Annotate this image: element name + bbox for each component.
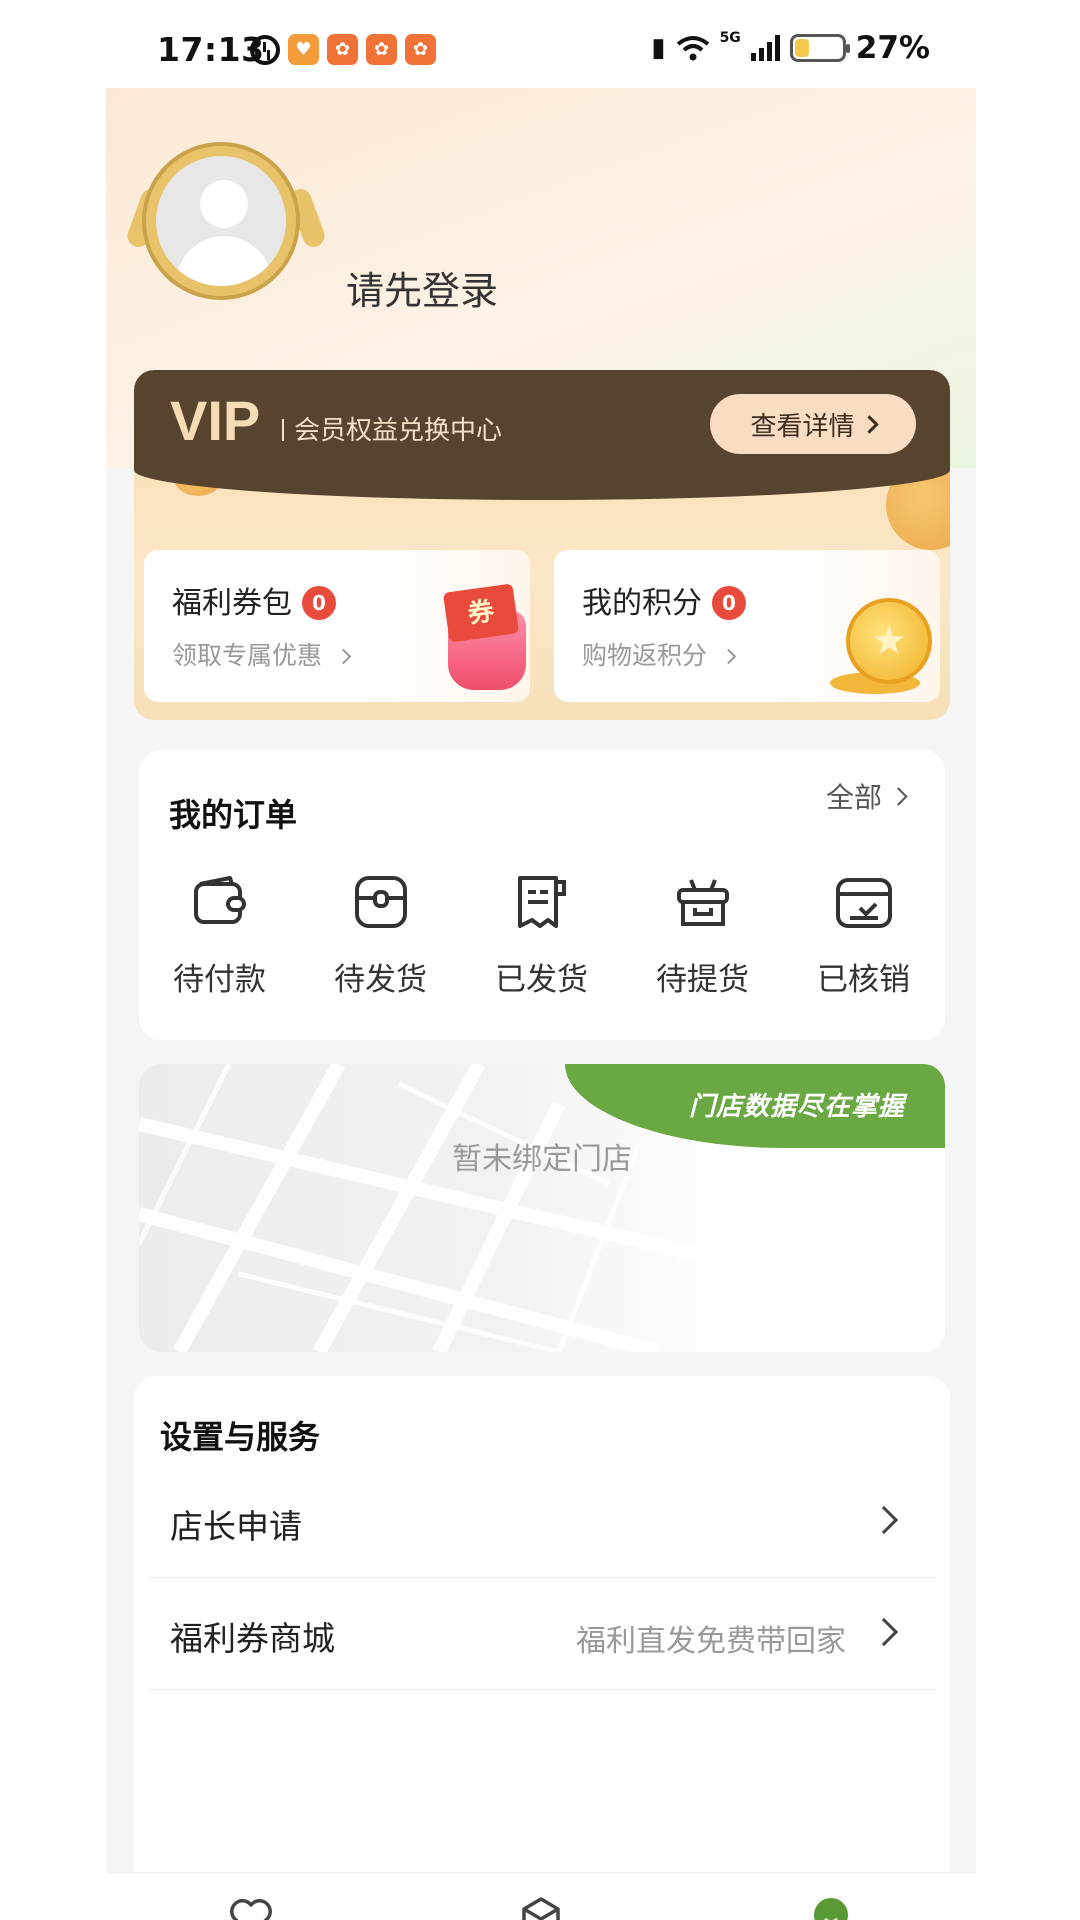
package-lock-icon xyxy=(354,876,407,928)
battery-icon xyxy=(789,34,850,62)
vip-logo: VIP xyxy=(170,389,261,452)
cube-icon xyxy=(522,1897,560,1920)
system-icons: ▮ 5G 27% xyxy=(651,30,930,66)
settings-card: 设置与服务 店长申请 福利券商城 福利直发免费带回家 xyxy=(134,1376,950,1920)
chevron-right-icon xyxy=(869,1617,899,1647)
points-subtitle: 购物返积分 xyxy=(582,641,708,670)
order-pending-pickup[interactable]: 待提货 xyxy=(622,872,783,999)
order-status-list: 待付款 待发货 已发货 待提货 已核销 xyxy=(139,872,945,999)
alarm-icon xyxy=(250,34,280,65)
coupon-pack-title: 福利券包 xyxy=(172,586,292,621)
app-notification-icon: ✿ xyxy=(366,34,397,65)
setting-label: 福利券商城 xyxy=(170,1619,335,1658)
order-label: 已发货 xyxy=(495,962,588,998)
chevron-right-icon xyxy=(859,414,879,434)
view-details-button[interactable]: 查看详情 xyxy=(710,394,916,454)
vip-card: VIP 会员权益兑换中心 查看详情 福利券包 0 领取专属优惠 券 我的积分 0 xyxy=(134,370,950,720)
all-orders-link[interactable]: 全部 xyxy=(826,776,908,816)
basket-icon xyxy=(676,879,729,926)
network-type: 5G xyxy=(719,30,741,46)
chevron-right-icon xyxy=(889,786,908,806)
order-verified[interactable]: 已核销 xyxy=(783,872,944,999)
vibrate-icon: ▮ xyxy=(651,33,666,63)
bottom-tab-bar: 首页 分类 我的 xyxy=(106,1872,976,1920)
coupon-gift-icon: 券 xyxy=(430,580,530,690)
chevron-right-icon xyxy=(869,1505,899,1535)
app-notification-icon: ✿ xyxy=(405,34,436,65)
tab-mine[interactable]: 我的 xyxy=(686,1873,976,1920)
chevron-right-icon xyxy=(335,648,352,665)
card-check-icon xyxy=(835,878,892,928)
order-label: 待付款 xyxy=(173,962,266,998)
orders-title: 我的订单 xyxy=(169,796,298,834)
vip-subtitle: 会员权益兑换中心 xyxy=(282,410,502,447)
coupon-count-badge: 0 xyxy=(302,586,336,620)
wifi-icon xyxy=(676,36,709,61)
battery-percent: 27% xyxy=(855,30,930,66)
tab-category[interactable]: 分类 xyxy=(396,1873,686,1920)
setting-label: 店长申请 xyxy=(170,1507,302,1546)
wallet-icon xyxy=(193,876,246,924)
order-pending-shipment[interactable]: 待发货 xyxy=(300,872,461,999)
order-label: 待发货 xyxy=(334,962,427,998)
tab-home[interactable]: 首页 xyxy=(106,1873,396,1920)
points-card[interactable]: 我的积分 0 购物返积分 xyxy=(554,550,940,702)
points-title: 我的积分 xyxy=(582,586,702,621)
status-bar: 17:13 ♥ ✿ ✿ ✿ ▮ 5G 27% xyxy=(0,0,1080,90)
app-screen: 请先登录 VIP 会员权益兑换中心 查看详情 福利券包 0 领取专属优惠 券 我… xyxy=(106,88,976,1920)
order-label: 已核销 xyxy=(817,962,910,998)
coupon-pack-subtitle: 领取专属优惠 xyxy=(172,641,323,670)
store-empty-text: 暂未绑定门店 xyxy=(452,1142,632,1177)
signal-icon xyxy=(750,35,780,61)
coupon-pack-card[interactable]: 福利券包 0 领取专属优惠 券 xyxy=(144,550,530,702)
status-time: 17:13 xyxy=(157,30,265,69)
setting-description: 福利直发免费带回家 xyxy=(576,1624,846,1659)
setting-row-manager-apply[interactable]: 店长申请 xyxy=(148,1466,936,1578)
my-orders-card: 我的订单 全部 待付款 待发货 已发货 待提货 已核销 xyxy=(139,750,945,1040)
order-label: 待提货 xyxy=(656,962,749,998)
order-shipped[interactable]: 已发货 xyxy=(461,872,622,999)
settings-title: 设置与服务 xyxy=(160,1418,321,1456)
store-card[interactable]: 门店数据尽在掌握 暂未绑定门店 xyxy=(139,1064,945,1352)
app-notification-icon: ♥ xyxy=(288,34,319,65)
gold-coin-icon xyxy=(846,598,932,684)
avatar[interactable] xyxy=(146,146,296,296)
login-prompt[interactable]: 请先登录 xyxy=(346,260,498,315)
profile-icon xyxy=(814,1898,848,1920)
notification-icons: ♥ ✿ ✿ ✿ xyxy=(250,34,436,65)
heart-icon xyxy=(230,1899,272,1920)
setting-row-coupon-mall[interactable]: 福利券商城 福利直发免费带回家 xyxy=(148,1578,936,1690)
order-pending-payment[interactable]: 待付款 xyxy=(139,872,300,999)
vip-bar: VIP 会员权益兑换中心 查看详情 xyxy=(134,370,950,500)
points-count-badge: 0 xyxy=(712,586,746,620)
chevron-right-icon xyxy=(720,648,737,665)
store-banner-text: 门店数据尽在掌握 xyxy=(688,1092,905,1122)
receipt-icon xyxy=(517,876,566,928)
app-notification-icon: ✿ xyxy=(327,34,358,65)
